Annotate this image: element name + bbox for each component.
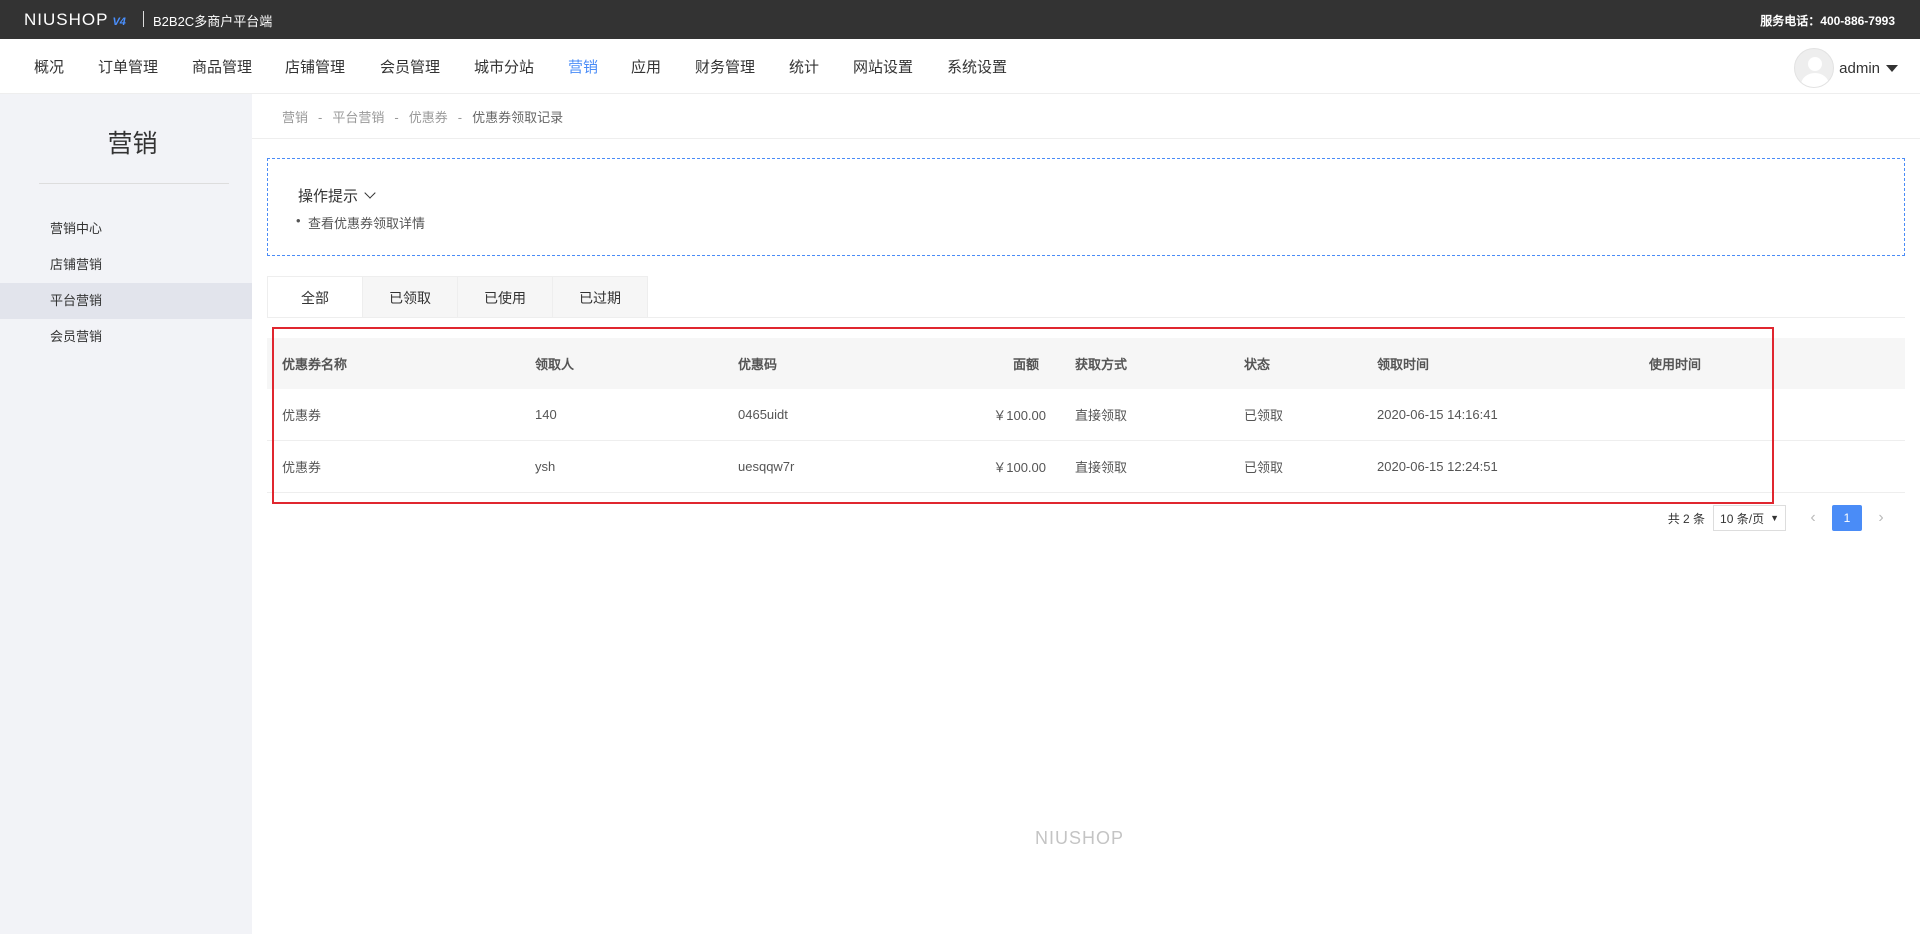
cell-receiver: 140 [535,407,557,422]
nav-item-website-settings[interactable]: 网站设置 [853,56,913,77]
nav-item-city-station[interactable]: 城市分站 [474,56,534,77]
sidebar-title: 营销 [107,130,158,158]
nav-item-statistics[interactable]: 统计 [789,56,819,77]
select-arrow-icon: ▼ [1770,513,1779,523]
header-get-method: 获取方式 [1075,357,1128,372]
cell-coupon-name: 优惠券 [282,460,322,475]
tips-toggle[interactable]: 操作提示 [298,185,376,206]
cell-coupon-name: 优惠券 [282,408,322,423]
header-use-time: 使用时间 [1649,357,1702,372]
header-receive-time: 领取时间 [1377,357,1430,372]
breadcrumb-divider [252,138,1920,139]
logo-text: NIUSHOP [24,10,109,29]
pager-total: 共 2 条 [1667,511,1706,526]
cell-receiver: ysh [535,459,556,474]
cell-get-method: 直接领取 [1075,408,1128,423]
service-phone: 服务电话：400-886-7993 [1760,14,1895,28]
cell-amount: ￥100.00 [993,408,1046,423]
breadcrumb: 营销 - 平台营销 - 优惠券 - 优惠券领取记录 [282,107,563,126]
tab-expired[interactable]: 已过期 [552,276,648,318]
cell-coupon-code: 0465uidt [738,407,788,422]
cell-coupon-code: uesqqw7r [738,459,795,474]
logo-divider [143,11,144,27]
caret-down-icon[interactable] [1886,64,1898,72]
sidebar-item-marketing-center[interactable]: 营销中心 [0,211,252,247]
cell-status: 已领取 [1244,460,1284,475]
nav-item-overview[interactable]: 概况 [34,56,64,77]
cell-receive-time: 2020-06-15 14:16:41 [1377,407,1498,422]
breadcrumb-item-platform-marketing[interactable]: 平台营销 [332,110,384,125]
tips-title: 操作提示 [298,188,359,205]
top-bar: NIUSHOP V4 B2B2C多商户平台端 服务电话：400-886-7993 [0,0,1920,39]
footer-logo: NIUSHOP [1035,828,1125,848]
avatar[interactable] [1794,48,1835,88]
page-size-value: 10 条/页 [1720,511,1765,526]
breadcrumb-item-marketing[interactable]: 营销 [282,110,308,125]
nav-item-goods[interactable]: 商品管理 [192,56,252,77]
tab-used[interactable]: 已使用 [457,276,553,318]
header-amount: 面额 [1012,357,1039,372]
breadcrumb-separator: - [394,110,399,125]
table-row: 优惠券 140 0465uidt ￥100.00 直接领取 已领取 2020-0… [267,389,1905,441]
sidebar: 营销 营销中心 店铺营销 平台营销 会员营销 [0,94,252,934]
breadcrumb-item-coupon[interactable]: 优惠券 [409,110,448,125]
tips-item: 查看优惠券领取详情 [296,213,425,232]
cell-get-method: 直接领取 [1075,460,1128,475]
header-receiver: 领取人 [535,357,575,372]
table-row: 优惠券 ysh uesqqw7r ￥100.00 直接领取 已领取 2020-0… [267,441,1905,493]
header-coupon-name: 优惠券名称 [282,357,348,372]
nav-item-shops[interactable]: 店铺管理 [285,56,345,77]
username[interactable]: admin [1839,60,1880,77]
logo-version: V4 [112,16,126,28]
nav-item-system-settings[interactable]: 系统设置 [947,56,1007,77]
header-status: 状态 [1244,357,1271,372]
sidebar-item-shop-marketing[interactable]: 店铺营销 [0,247,252,283]
operation-tips: 操作提示 查看优惠券领取详情 [267,158,1905,256]
cell-amount: ￥100.00 [993,460,1046,475]
tabs-divider [267,317,1905,318]
nav-item-orders[interactable]: 订单管理 [98,56,158,77]
nav-item-apps[interactable]: 应用 [631,56,661,77]
page-size-select[interactable]: 10 条/页 ▼ [1713,505,1786,531]
status-tabs: 全部 已领取 已使用 已过期 [267,276,648,318]
breadcrumb-separator: - [457,110,463,125]
nav-item-finance[interactable]: 财务管理 [695,56,755,77]
next-page-button[interactable]: › [1866,509,1896,527]
header-coupon-code: 优惠码 [738,357,778,372]
cell-receive-time: 2020-06-15 12:24:51 [1377,459,1498,474]
pagination: 共 2 条 10 条/页 ▼ ‹ 1 › [1668,505,1896,531]
tab-received[interactable]: 已领取 [362,276,458,318]
cell-status: 已领取 [1244,408,1284,423]
sidebar-divider [39,183,229,184]
sidebar-item-member-marketing[interactable]: 会员营销 [0,319,252,355]
nav-item-marketing[interactable]: 营销 [568,56,598,77]
breadcrumb-current: 优惠券领取记录 [472,110,564,125]
main-nav: 概况 订单管理 商品管理 店铺管理 会员管理 城市分站 营销 应用 财务管理 统… [0,39,1920,94]
page-number-current[interactable]: 1 [1832,505,1862,531]
breadcrumb-separator: - [318,110,323,125]
platform-name: B2B2C多商户平台端 [153,14,273,29]
chevron-down-icon[interactable] [364,187,376,199]
sidebar-item-platform-marketing[interactable]: 平台营销 [0,283,252,319]
user-menu[interactable]: admin [1794,48,1898,88]
coupon-record-table: 优惠券名称 领取人 优惠码 面额 获取方式 状态 领取时间 使用时间 优惠券 1… [267,338,1905,493]
table-header: 优惠券名称 领取人 优惠码 面额 获取方式 状态 领取时间 使用时间 [267,338,1905,389]
tab-all[interactable]: 全部 [267,276,363,318]
prev-page-button[interactable]: ‹ [1798,509,1828,527]
nav-item-members[interactable]: 会员管理 [380,56,440,77]
niushop-logo[interactable]: NIUSHOP V4 [24,10,126,30]
